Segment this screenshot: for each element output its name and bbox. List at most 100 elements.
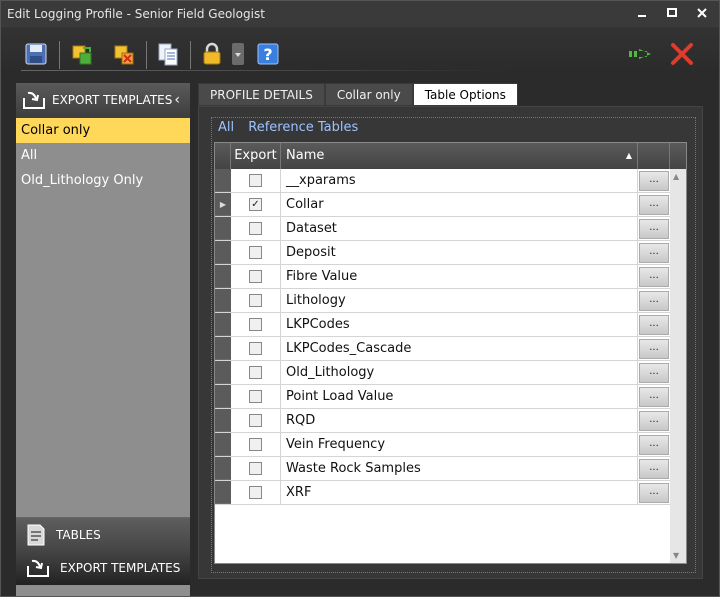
help-button[interactable]: ? bbox=[255, 41, 281, 67]
table-row[interactable]: Waste Rock Samples... bbox=[215, 457, 670, 481]
export-checkbox[interactable] bbox=[249, 246, 262, 259]
delete-template-button[interactable] bbox=[111, 41, 137, 67]
save-button[interactable] bbox=[23, 41, 49, 67]
row-selector[interactable] bbox=[215, 361, 231, 384]
toolbar: ? bbox=[1, 27, 719, 77]
row-options-button[interactable]: ... bbox=[639, 290, 669, 311]
row-action-cell: ... bbox=[638, 409, 670, 432]
row-options-button[interactable]: ... bbox=[639, 338, 669, 359]
scroll-up-icon[interactable]: ▲ bbox=[673, 172, 679, 181]
table-row[interactable]: Point Load Value... bbox=[215, 385, 670, 409]
export-checkbox[interactable] bbox=[249, 486, 262, 499]
lock-button[interactable] bbox=[199, 41, 225, 67]
export-checkbox[interactable] bbox=[249, 318, 262, 331]
export-checkbox[interactable]: ✓ bbox=[249, 198, 262, 211]
vertical-scrollbar[interactable]: ▲ ▼ bbox=[670, 169, 686, 563]
row-options-button[interactable]: ... bbox=[639, 410, 669, 431]
window-close-button[interactable] bbox=[693, 5, 711, 21]
table-row[interactable]: RQD... bbox=[215, 409, 670, 433]
tab-profile-details[interactable]: PROFILE DETAILS bbox=[198, 83, 325, 106]
tab-table-options[interactable]: Table Options bbox=[412, 83, 518, 106]
go-button[interactable] bbox=[626, 41, 656, 67]
row-options-button[interactable]: ... bbox=[639, 362, 669, 383]
row-selector[interactable] bbox=[215, 385, 231, 408]
template-list-item[interactable]: Old_Lithology Only bbox=[16, 168, 190, 193]
row-selector[interactable] bbox=[215, 241, 231, 264]
name-column-header[interactable]: Name ▲ bbox=[281, 143, 638, 169]
row-selector[interactable]: ▶ bbox=[215, 193, 231, 216]
help-label: ? bbox=[263, 44, 273, 64]
table-row[interactable]: Fibre Value... bbox=[215, 265, 670, 289]
row-options-button[interactable]: ... bbox=[639, 242, 669, 263]
import-icon bbox=[72, 45, 92, 65]
copy-button[interactable] bbox=[155, 41, 181, 67]
close-button[interactable] bbox=[669, 41, 695, 67]
import-button[interactable] bbox=[69, 41, 95, 67]
export-column-header[interactable]: Export bbox=[231, 143, 281, 169]
row-options-button[interactable]: ... bbox=[639, 458, 669, 479]
table-row[interactable]: LKPCodes... bbox=[215, 313, 670, 337]
row-options-button[interactable]: ... bbox=[639, 266, 669, 287]
table-row[interactable]: XRF... bbox=[215, 481, 670, 505]
table-row[interactable]: Lithology... bbox=[215, 289, 670, 313]
row-selector[interactable] bbox=[215, 289, 231, 312]
templates-sidebar: EXPORT TEMPLATES ‹ Collar only All Old_Lit… bbox=[16, 83, 190, 596]
table-name-cell: Deposit bbox=[281, 241, 638, 264]
table-name-cell: Lithology bbox=[281, 289, 638, 312]
row-selector[interactable] bbox=[215, 337, 231, 360]
export-checkbox[interactable] bbox=[249, 390, 262, 403]
minimize-button[interactable] bbox=[633, 5, 651, 21]
lock-dropdown-button[interactable] bbox=[231, 41, 245, 67]
tab-collar-only[interactable]: Collar only bbox=[324, 83, 413, 106]
row-options-button[interactable]: ... bbox=[639, 218, 669, 239]
export-checkbox[interactable] bbox=[249, 294, 262, 307]
template-list-item[interactable]: Collar only bbox=[16, 118, 190, 143]
row-selector[interactable] bbox=[215, 409, 231, 432]
template-list-item[interactable]: All bbox=[16, 143, 190, 168]
export-checkbox[interactable] bbox=[249, 414, 262, 427]
tables-icon bbox=[27, 524, 45, 545]
export-checkbox[interactable] bbox=[249, 438, 262, 451]
tables-nav-button[interactable]: TABLES bbox=[16, 517, 190, 551]
title-bar[interactable]: Edit Logging Profile - Senior Field Geol… bbox=[1, 1, 719, 27]
table-row[interactable]: __xparams... bbox=[215, 169, 670, 193]
row-selector[interactable] bbox=[215, 457, 231, 480]
filter-all-link[interactable]: All bbox=[218, 120, 234, 135]
export-checkbox[interactable] bbox=[249, 342, 262, 355]
row-selector[interactable] bbox=[215, 169, 231, 192]
row-options-button[interactable]: ... bbox=[639, 170, 669, 191]
export-templates-nav-button[interactable]: EXPORT TEMPLATES bbox=[16, 551, 190, 585]
filter-reference-tables-link[interactable]: Reference Tables bbox=[248, 120, 358, 135]
export-checkbox[interactable] bbox=[249, 462, 262, 475]
row-action-cell: ... bbox=[638, 217, 670, 240]
sidebar-header-label: EXPORT TEMPLATES bbox=[52, 93, 173, 107]
table-row[interactable]: Dataset... bbox=[215, 217, 670, 241]
table-row[interactable]: LKPCodes_Cascade... bbox=[215, 337, 670, 361]
table-row[interactable]: Deposit... bbox=[215, 241, 670, 265]
table-filter-links: All Reference Tables bbox=[218, 120, 368, 135]
row-selector[interactable] bbox=[215, 481, 231, 504]
row-options-button[interactable]: ... bbox=[639, 434, 669, 455]
row-options-button[interactable]: ... bbox=[639, 386, 669, 407]
sidebar-header[interactable]: EXPORT TEMPLATES ‹ bbox=[16, 83, 190, 117]
table-row[interactable]: ▶ ✓ Collar... bbox=[215, 193, 670, 217]
table-row[interactable]: Old_Lithology... bbox=[215, 361, 670, 385]
row-selector[interactable] bbox=[215, 433, 231, 456]
scroll-down-icon[interactable]: ▼ bbox=[673, 551, 679, 560]
action-column-header bbox=[638, 143, 670, 169]
table-row[interactable]: Vein Frequency... bbox=[215, 433, 670, 457]
row-options-button[interactable]: ... bbox=[639, 194, 669, 215]
export-checkbox[interactable] bbox=[249, 174, 262, 187]
table-name-cell: LKPCodes_Cascade bbox=[281, 337, 638, 360]
row-selector[interactable] bbox=[215, 217, 231, 240]
row-options-button[interactable]: ... bbox=[639, 314, 669, 335]
maximize-button[interactable] bbox=[663, 5, 681, 21]
export-checkbox[interactable] bbox=[249, 270, 262, 283]
export-checkbox[interactable] bbox=[249, 222, 262, 235]
export-checkbox[interactable] bbox=[249, 366, 262, 379]
row-selector[interactable] bbox=[215, 265, 231, 288]
row-options-button[interactable]: ... bbox=[639, 482, 669, 503]
row-selector[interactable] bbox=[215, 313, 231, 336]
collapse-chevron-icon[interactable]: ‹ bbox=[174, 92, 180, 108]
table-name-cell: __xparams bbox=[281, 169, 638, 192]
